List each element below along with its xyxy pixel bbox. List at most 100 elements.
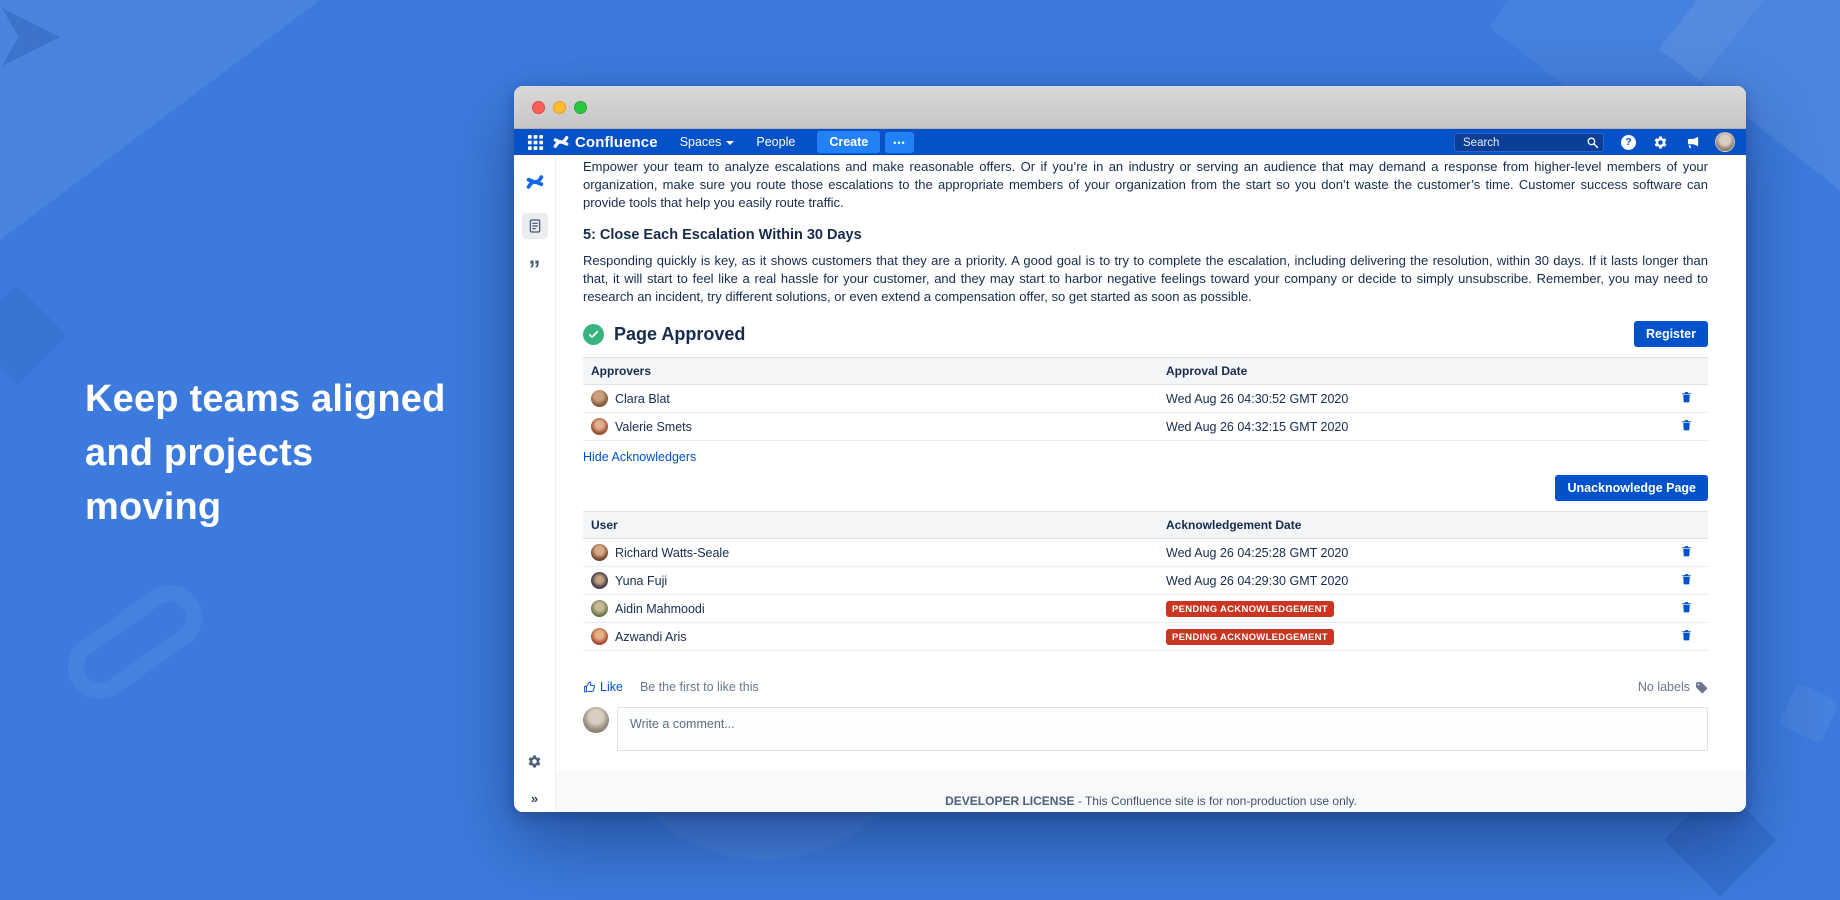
help-button[interactable]: ?: [1621, 134, 1636, 150]
zoom-button[interactable]: [574, 101, 587, 114]
user-name[interactable]: Azwandi Aris: [615, 630, 687, 644]
confluence-mark-icon: [526, 175, 543, 189]
unacknowledge-page-button[interactable]: Unacknowledge Page: [1555, 475, 1708, 501]
user-name[interactable]: Richard Watts-Seale: [615, 546, 729, 560]
search-box: [1454, 133, 1604, 152]
window-titlebar: [514, 86, 1746, 129]
approvers-table: Approvers Approval Date Clara Blat Wed A…: [583, 357, 1708, 441]
user-name[interactable]: Aidin Mahmoodi: [615, 602, 705, 616]
tag-icon: [1696, 681, 1708, 693]
app-window: Confluence Spaces People Create ••• ?: [514, 86, 1746, 812]
delete-user-button[interactable]: [1680, 628, 1693, 642]
bg-shape: [1778, 682, 1840, 744]
table-row: Richard Watts-Seale Wed Aug 26 04:25:28 …: [583, 538, 1708, 567]
confluence-logo-text: Confluence: [575, 133, 658, 151]
section-heading: 5: Close Each Escalation Within 30 Days: [583, 227, 862, 243]
confluence-mark-icon: [553, 136, 569, 148]
page-content: Empower your team to analyze escalations…: [556, 155, 1746, 751]
license-label: DEVELOPER LICENSE: [945, 794, 1075, 808]
first-like-hint: Be the first to like this: [639, 680, 759, 694]
nav-people[interactable]: People: [756, 135, 795, 149]
trash-icon: [1681, 420, 1691, 431]
bg-link-shape: [55, 572, 215, 712]
like-button[interactable]: Like: [583, 680, 623, 694]
settings-button[interactable]: [1653, 135, 1668, 150]
acknowledgements-table: User Acknowledgement Date Richard Watts-…: [583, 511, 1708, 651]
approval-date: Wed Aug 26 04:30:52 GMT 2020: [1158, 384, 1664, 413]
social-bar: Like Be the first to like this No labels: [583, 680, 1708, 694]
approver-name[interactable]: Valerie Smets: [615, 420, 692, 434]
sidebar-confluence-button[interactable]: [522, 169, 548, 195]
nav-more-button[interactable]: •••: [885, 131, 914, 153]
approval-status-title: Page Approved: [614, 323, 746, 344]
ack-date: Wed Aug 26 04:25:28 GMT 2020: [1158, 538, 1664, 567]
confluence-logo[interactable]: Confluence: [553, 134, 658, 151]
chevron-down-icon: [726, 140, 735, 145]
megaphone-icon: [1687, 136, 1699, 148]
comment-box: [617, 707, 1708, 751]
delete-user-button[interactable]: [1680, 572, 1693, 586]
pending-acknowledgement-badge: PENDING ACKNOWLEDGEMENT: [1166, 628, 1334, 645]
search-input[interactable]: [1454, 133, 1604, 152]
avatar: [591, 418, 608, 435]
table-row: Aidin Mahmoodi PENDING ACKNOWLEDGEMENT: [583, 594, 1708, 623]
avatar: [591, 544, 608, 561]
table-row: Clara Blat Wed Aug 26 04:30:52 GMT 2020: [583, 384, 1708, 413]
sidebar-quote-button[interactable]: [522, 251, 548, 277]
user-name[interactable]: Yuna Fuji: [615, 574, 667, 588]
license-text: - This Confluence site is for non-produc…: [1077, 794, 1357, 808]
app-navbar: Confluence Spaces People Create ••• ?: [514, 129, 1746, 155]
bg-arrow-shape: [2, 8, 60, 66]
approval-status-bar: Page Approved Register: [583, 321, 1708, 347]
avatar: [591, 390, 608, 407]
thumbs-up-icon: [584, 681, 595, 692]
help-icon: ?: [1621, 134, 1636, 150]
hero-line: Keep teams aligned: [85, 378, 446, 420]
delete-user-button[interactable]: [1680, 600, 1693, 614]
app-switcher-button[interactable]: [527, 134, 544, 151]
avatar: [591, 572, 608, 589]
gear-icon: [1654, 135, 1667, 148]
page-tools-sidebar: »: [514, 155, 556, 812]
trash-icon: [1681, 392, 1691, 403]
hero-line: and projects: [85, 432, 314, 474]
approved-check-icon: [583, 323, 604, 345]
announcements-button[interactable]: [1685, 135, 1700, 150]
nav-spaces[interactable]: Spaces: [680, 135, 735, 149]
ack-date: Wed Aug 26 04:29:30 GMT 2020: [1158, 566, 1664, 595]
search-icon: [1587, 137, 1599, 148]
close-button[interactable]: [532, 101, 545, 114]
trash-icon: [1681, 602, 1691, 613]
bg-shape: [0, 285, 67, 385]
ack-date-column-header: Acknowledgement Date: [1158, 511, 1664, 539]
table-row: Valerie Smets Wed Aug 26 04:32:15 GMT 20…: [583, 412, 1708, 441]
avatar: [591, 628, 608, 645]
grid-icon: [527, 134, 544, 150]
section-paragraph: Responding quickly is key, as it shows c…: [583, 253, 1708, 304]
register-button[interactable]: Register: [1633, 321, 1708, 347]
trash-icon: [1681, 574, 1691, 585]
approver-name[interactable]: Clara Blat: [615, 392, 670, 406]
comment-input[interactable]: [618, 708, 1707, 740]
user-avatar[interactable]: [1715, 132, 1735, 152]
delete-user-button[interactable]: [1680, 544, 1693, 558]
hero-line: moving: [85, 486, 222, 528]
avatar: [591, 600, 608, 617]
delete-approver-button[interactable]: [1680, 390, 1693, 404]
page-icon: [529, 219, 540, 233]
labels-control[interactable]: No labels: [1638, 680, 1708, 694]
approvers-column-header: Approvers: [583, 357, 1158, 385]
create-button[interactable]: Create: [817, 131, 881, 153]
approval-date: Wed Aug 26 04:32:15 GMT 2020: [1158, 412, 1664, 441]
sidebar-expand-button[interactable]: »: [514, 791, 555, 812]
delete-approver-button[interactable]: [1680, 418, 1693, 432]
minimize-button[interactable]: [553, 101, 566, 114]
hide-acknowledgers-link[interactable]: Hide Acknowledgers: [583, 450, 696, 464]
sidebar-page-button[interactable]: [521, 213, 548, 239]
sidebar-settings-icon[interactable]: [527, 754, 542, 769]
site-footer: DEVELOPER LICENSE - This Confluence site…: [556, 771, 1746, 812]
table-row: Azwandi Aris PENDING ACKNOWLEDGEMENT: [583, 622, 1708, 651]
trash-icon: [1681, 546, 1691, 557]
license-notice: DEVELOPER LICENSE - This Confluence site…: [556, 794, 1746, 808]
bg-shape: [0, 0, 320, 240]
